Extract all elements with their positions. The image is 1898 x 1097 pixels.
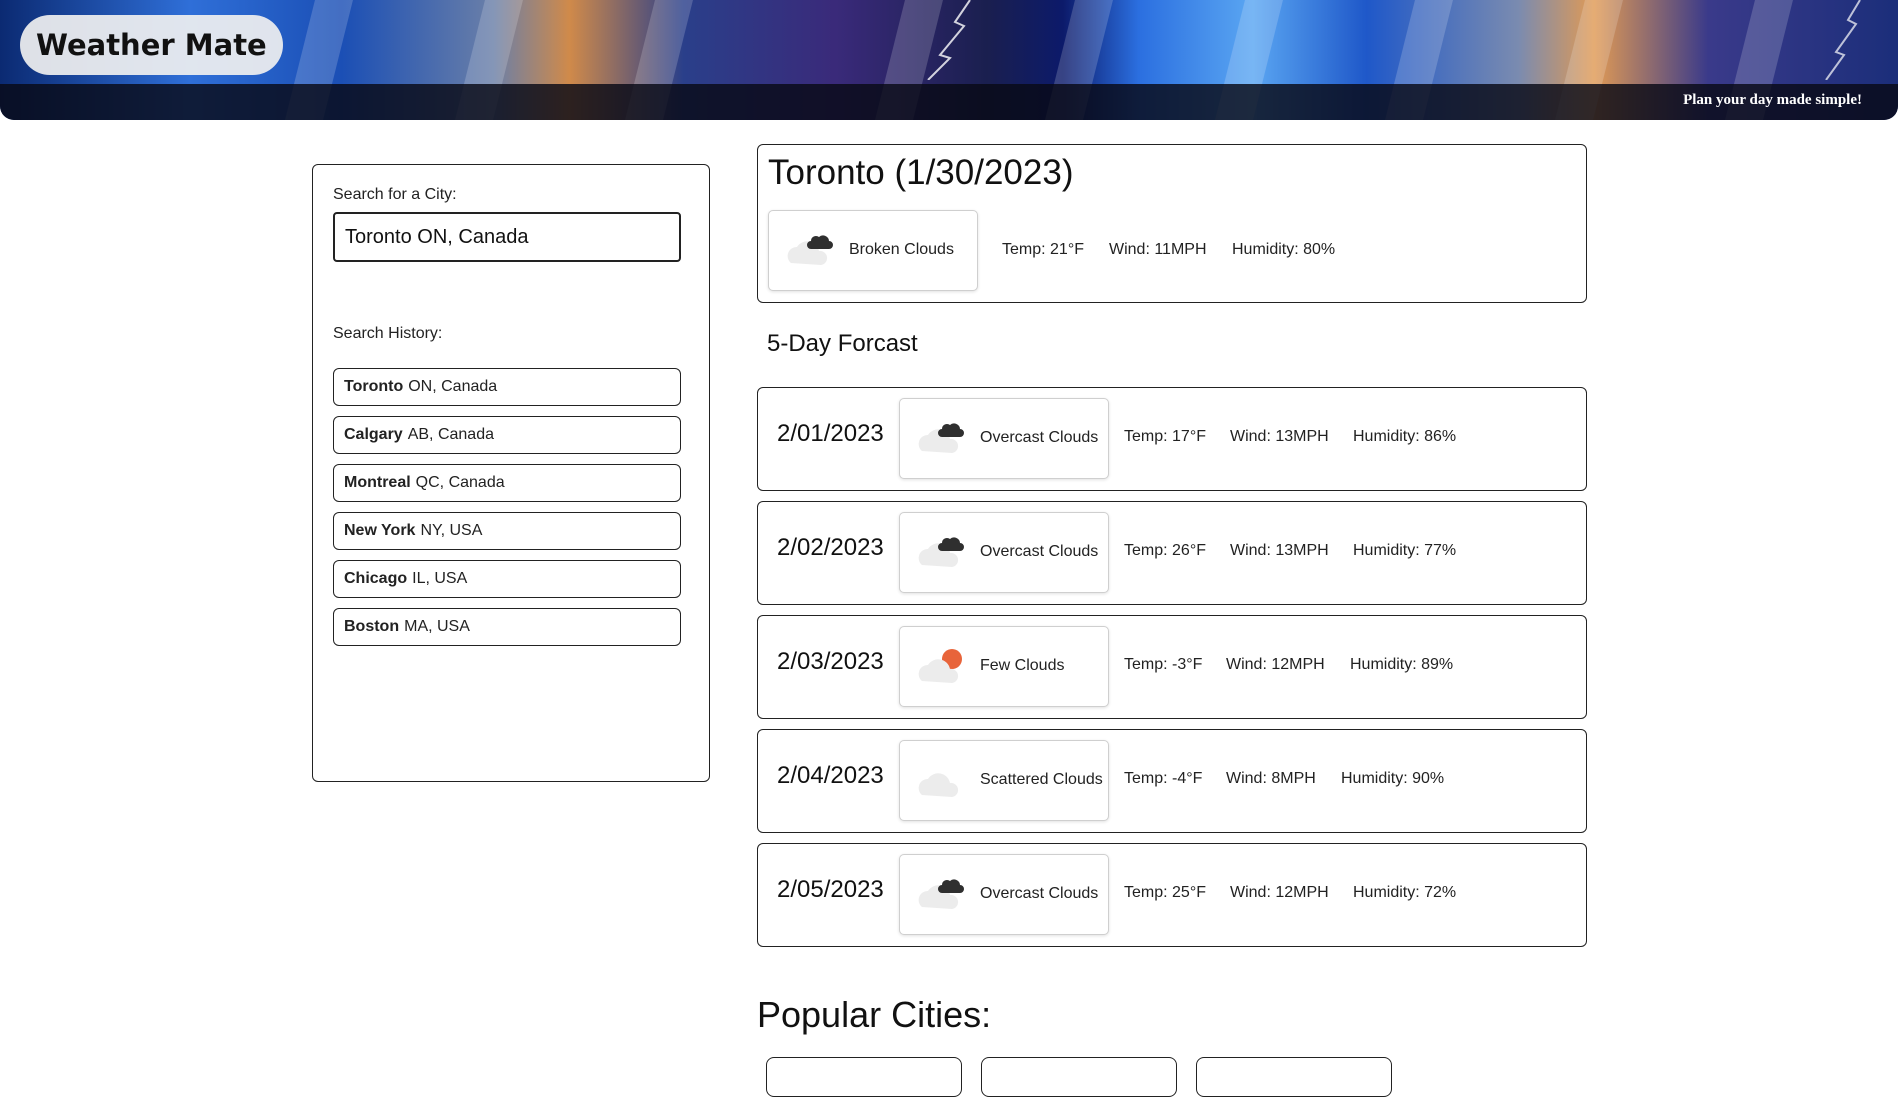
popular-city-card[interactable] <box>1196 1057 1392 1097</box>
lightning-decoration <box>1825 0 1861 80</box>
current-humidity: Humidity: 80% <box>1232 241 1336 258</box>
history-region: AB, Canada <box>407 426 494 443</box>
history-item-calgary[interactable]: Calgary AB, Canada <box>333 416 681 454</box>
forecast-humidity: Humidity: 90% <box>1341 770 1445 787</box>
forecast-day-card: 2/05/2023 Overcast Clouds Temp: 25°F Win… <box>757 843 1587 947</box>
forecast-condition: Overcast Clouds <box>980 543 1099 560</box>
forecast-condition: Scattered Clouds <box>980 771 1103 788</box>
broken-clouds-icon <box>787 235 833 265</box>
forecast-temp: Temp: -3°F <box>1124 656 1203 673</box>
forecast-day-card: 2/02/2023 Overcast Clouds Temp: 26°F Win… <box>757 501 1587 605</box>
search-history-label: Search History: <box>333 325 443 342</box>
forecast-wind: Wind: 13MPH <box>1230 428 1329 445</box>
forecast-day-card: 2/04/2023 Scattered Clouds Temp: -4°F Wi… <box>757 729 1587 833</box>
current-city-title: Toronto (1/30/2023) <box>768 153 1074 192</box>
history-region: QC, Canada <box>415 474 505 491</box>
forecast-temp: Temp: 25°F <box>1124 884 1206 901</box>
history-city: Chicago <box>344 570 408 587</box>
current-temp: Temp: 21°F <box>1002 241 1084 258</box>
history-item-chicago[interactable]: Chicago IL, USA <box>333 560 681 598</box>
forecast-temp: Temp: 26°F <box>1124 542 1206 559</box>
header-banner <box>0 0 1898 120</box>
forecast-wind: Wind: 13MPH <box>1230 542 1329 559</box>
history-city: New York <box>344 522 416 539</box>
popular-city-card[interactable] <box>766 1057 962 1097</box>
forecast-wind: Wind: 12MPH <box>1226 656 1325 673</box>
forecast-condition: Overcast Clouds <box>980 429 1099 446</box>
history-region: MA, USA <box>404 618 470 635</box>
history-region: IL, USA <box>412 570 468 587</box>
search-panel: Search for a City: Search History: Toron… <box>312 164 710 782</box>
forecast-date: 2/01/2023 <box>777 420 884 447</box>
forecast-temp: Temp: 17°F <box>1124 428 1206 445</box>
current-condition: Broken Clouds <box>849 241 954 258</box>
forecast-day-card: 2/01/2023 Overcast Clouds Temp: 17°F Win… <box>757 387 1587 491</box>
current-wind: Wind: 11MPH <box>1109 241 1207 258</box>
history-city: Boston <box>344 618 400 635</box>
forecast-condition-box: Scattered Clouds <box>899 740 1109 821</box>
forecast-condition-box: Few Clouds <box>899 626 1109 707</box>
current-condition-box: Broken Clouds <box>768 210 978 291</box>
forecast-condition-box: Overcast Clouds <box>899 512 1109 593</box>
history-region: ON, Canada <box>408 378 498 395</box>
popular-cities-heading: Popular Cities: <box>757 994 992 1035</box>
forecast-condition-box: Overcast Clouds <box>899 854 1109 935</box>
few-clouds-icon <box>918 649 962 683</box>
forecast-day-card: 2/03/2023 Few Clouds Temp: -3°F Wind: 12… <box>757 615 1587 719</box>
overcast-clouds-icon <box>918 879 964 909</box>
forecast-date: 2/04/2023 <box>777 762 884 789</box>
forecast-humidity: Humidity: 77% <box>1353 542 1457 559</box>
forecast-condition-box: Overcast Clouds <box>899 398 1109 479</box>
history-item-montreal[interactable]: Montreal QC, Canada <box>333 464 681 502</box>
forecast-condition: Few Clouds <box>980 657 1065 674</box>
lightning-decoration <box>927 0 971 80</box>
forecast-heading: 5-Day Forcast <box>767 330 918 357</box>
app-logo: Weather Mate <box>20 15 283 75</box>
popular-city-card[interactable] <box>981 1057 1177 1097</box>
history-city: Calgary <box>344 426 403 443</box>
history-item-new-york[interactable]: New York NY, USA <box>333 512 681 550</box>
history-city: Montreal <box>344 474 411 491</box>
scattered-clouds-icon <box>918 773 959 797</box>
forecast-humidity: Humidity: 89% <box>1350 656 1454 673</box>
overcast-clouds-icon <box>918 537 964 567</box>
current-weather-card: Toronto (1/30/2023) Broken Clouds Temp: … <box>757 144 1587 303</box>
app-tagline: Plan your day made simple! <box>1683 92 1862 108</box>
forecast-condition: Overcast Clouds <box>980 885 1099 902</box>
forecast-temp: Temp: -4°F <box>1124 770 1203 787</box>
city-search-input[interactable] <box>333 212 681 262</box>
forecast-humidity: Humidity: 86% <box>1353 428 1457 445</box>
history-item-toronto[interactable]: Toronto ON, Canada <box>333 368 681 406</box>
forecast-date: 2/05/2023 <box>777 876 884 903</box>
forecast-date: 2/03/2023 <box>777 648 884 675</box>
banner-footer-bar <box>0 84 1898 120</box>
overcast-clouds-icon <box>918 423 964 453</box>
forecast-wind: Wind: 12MPH <box>1230 884 1329 901</box>
history-item-boston[interactable]: Boston MA, USA <box>333 608 681 646</box>
forecast-humidity: Humidity: 72% <box>1353 884 1457 901</box>
search-label: Search for a City: <box>333 186 457 203</box>
history-city: Toronto <box>344 378 404 395</box>
search-history-list: Toronto ON, Canada Calgary AB, Canada Mont… <box>333 368 681 656</box>
forecast-wind: Wind: 8MPH <box>1226 770 1316 787</box>
forecast-date: 2/02/2023 <box>777 534 884 561</box>
history-region: NY, USA <box>420 522 483 539</box>
